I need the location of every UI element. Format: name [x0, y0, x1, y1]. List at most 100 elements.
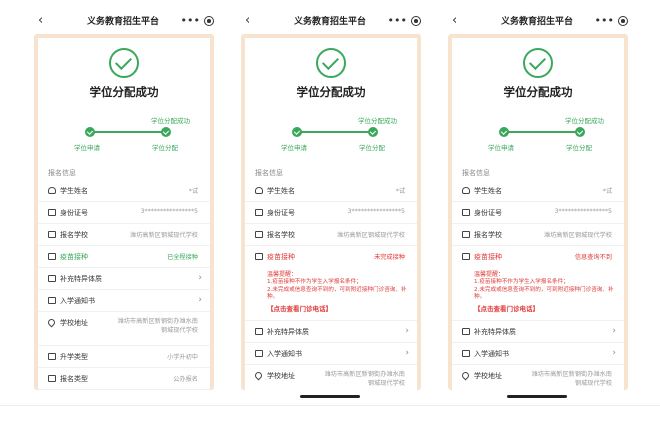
clinic-phone-link[interactable]: 【点击查看门诊电话】	[267, 304, 407, 314]
row-school-address: 学校地址 潍坊市高新区新钢街办潍水南钢城现代学校	[452, 365, 624, 391]
more-dots-icon[interactable]: •••	[595, 12, 614, 30]
row-value: 潍坊市高新区新钢街办潍水南钢城现代学校	[117, 318, 198, 334]
row-label: 报名学校	[474, 231, 502, 239]
row-school-address: 学校地址 潍坊市高新区新钢街办潍水南钢城现代学校	[38, 312, 210, 346]
row-label: 身份证号	[267, 209, 295, 217]
school-icon	[48, 231, 56, 238]
notice-line: 1.疫苗接种不作为学生入学报名条件；	[474, 279, 569, 285]
vaccine-icon	[462, 253, 470, 260]
row-school: 报名学校 潍坊高新区钢城现代学校	[452, 224, 624, 246]
step-status-label: 学位分配成功	[358, 117, 397, 125]
content-frame: 学位分配成功 学位分配成功 学位申请 学位分配 报名信息 学生姓名 *试 身份证…	[448, 34, 628, 390]
notice-icon	[462, 349, 470, 357]
clinic-phone-link[interactable]: 【点击查看门诊电话】	[474, 304, 614, 314]
info-card: 学位分配成功 学位分配成功 学位申请 学位分配 报名信息 学生姓名 *试 身份证…	[245, 38, 417, 390]
step-label-apply: 学位申请	[281, 144, 307, 152]
section-title: 报名信息	[255, 169, 283, 177]
person-icon	[462, 187, 470, 194]
content-frame: 学位分配成功 学位分配成功 学位申请 学位分配 报名信息 学生姓名 *试 身份证…	[241, 34, 421, 390]
screenshot-stage: ‹ 义务教育招生平台 ••• 学位分配成功 学位分配成功 学位申请 学位分配 报…	[0, 0, 660, 432]
result-title: 学位分配成功	[503, 85, 573, 99]
notice-line: 1.疫苗接种不作为学生入学报名条件；	[267, 279, 362, 285]
row-value: 小学升初中	[167, 354, 198, 361]
row-value: 公办报名	[173, 376, 198, 383]
row-special-constitution[interactable]: 补充特异体质 ›	[38, 268, 210, 290]
step-label-apply: 学位申请	[74, 144, 100, 152]
info-list: 学生姓名 *试 身份证号 3****************5 报名学校 潍坊高…	[245, 180, 417, 390]
chevron-right-icon[interactable]: ›	[405, 326, 409, 336]
row-value: 潍坊高新区钢城现代学校	[129, 232, 198, 239]
row-label: 学校地址	[60, 319, 88, 327]
step-label-assign: 学位分配	[359, 144, 385, 152]
person-icon	[255, 187, 263, 194]
doc-icon	[255, 327, 263, 335]
info-card: 学位分配成功 学位分配成功 学位申请 学位分配 报名信息 学生姓名 *试 身份证…	[38, 38, 210, 390]
target-icon[interactable]	[411, 16, 421, 26]
row-label: 疫苗接种	[60, 253, 88, 261]
notice-title: 温馨提醒：	[267, 271, 298, 278]
row-vaccine: 疫苗接种 已全程接种	[38, 246, 210, 268]
vaccine-status: 未完成接种	[374, 254, 405, 261]
target-icon[interactable]	[618, 16, 628, 26]
phone-screen-2: ‹ 义务教育招生平台 ••• 学位分配成功 学位分配成功 学位申请 学位分配 报…	[231, 0, 429, 400]
row-value: *试	[395, 188, 405, 195]
row-label: 报名学校	[60, 231, 88, 239]
row-value: *试	[188, 188, 198, 195]
target-icon[interactable]	[204, 16, 214, 26]
result-title: 学位分配成功	[296, 85, 366, 99]
step-status-label: 学位分配成功	[565, 117, 604, 125]
id-card-icon	[255, 209, 263, 216]
row-school: 报名学校 潍坊高新区钢城现代学校	[245, 224, 417, 246]
row-value: 潍坊高新区钢城现代学校	[336, 232, 405, 239]
row-admission-notice[interactable]: 入学通知书 ›	[38, 290, 210, 312]
type-icon	[48, 375, 56, 382]
row-special-constitution[interactable]: 补充特异体质 ›	[452, 321, 624, 343]
row-label: 补充特异体质	[267, 327, 309, 336]
chevron-right-icon[interactable]: ›	[612, 348, 616, 358]
more-dots-icon[interactable]: •••	[181, 12, 200, 30]
location-icon	[46, 317, 57, 328]
row-label: 升学类型	[60, 353, 88, 361]
row-vaccine: 疫苗接种 未完成接种	[245, 246, 417, 268]
top-bar: ‹ 义务教育招生平台 •••	[438, 12, 636, 30]
location-icon	[253, 370, 264, 380]
row-label: 入学通知书	[474, 349, 509, 358]
row-label: 身份证号	[474, 209, 502, 217]
row-admission-notice[interactable]: 入学通知书 ›	[245, 343, 417, 365]
school-icon	[462, 231, 470, 238]
vaccine-status: 已全程接种	[167, 254, 198, 261]
check-circle-icon	[109, 48, 139, 78]
person-icon	[48, 187, 56, 194]
row-special-constitution[interactable]: 补充特异体质 ›	[245, 321, 417, 343]
row-register-type: 报名类型 公办报名	[38, 368, 210, 390]
row-id-number: 身份证号 3****************5	[38, 202, 210, 224]
step-label-assign: 学位分配	[566, 144, 592, 152]
section-title: 报名信息	[48, 169, 76, 177]
row-admission-notice[interactable]: 入学通知书 ›	[452, 343, 624, 365]
row-school: 报名学校 潍坊高新区钢城现代学校	[38, 224, 210, 246]
step-dot-check-icon	[575, 127, 585, 137]
row-student-name: 学生姓名 *试	[245, 180, 417, 202]
row-value: *试	[602, 188, 612, 195]
notice-title: 温馨提醒：	[474, 271, 505, 278]
step-label-apply: 学位申请	[488, 144, 514, 152]
row-label: 报名学校	[267, 231, 295, 239]
check-circle-icon	[316, 48, 346, 78]
row-label: 疫苗接种	[267, 253, 295, 261]
chevron-right-icon[interactable]: ›	[198, 295, 202, 305]
chevron-right-icon[interactable]: ›	[405, 348, 409, 358]
top-bar: ‹ 义务教育招生平台 •••	[231, 12, 429, 30]
id-card-icon	[462, 209, 470, 216]
chevron-right-icon[interactable]: ›	[198, 273, 202, 283]
more-dots-icon[interactable]: •••	[388, 12, 407, 30]
type-icon	[48, 353, 56, 360]
chevron-right-icon[interactable]: ›	[612, 326, 616, 336]
step-line	[504, 131, 580, 133]
row-vaccine: 疫苗接种 信息查询不到	[452, 246, 624, 268]
home-indicator	[300, 395, 360, 398]
row-value: 潍坊高新区钢城现代学校	[543, 232, 612, 239]
row-value: 3****************5	[554, 208, 612, 215]
info-list: 学生姓名 *试 身份证号 3****************5 报名学校 潍坊高…	[38, 180, 210, 390]
row-school-address: 学校地址 潍坊市高新区新钢街办潍水南钢城现代学校	[245, 365, 417, 391]
row-value: 3****************5	[140, 208, 198, 215]
